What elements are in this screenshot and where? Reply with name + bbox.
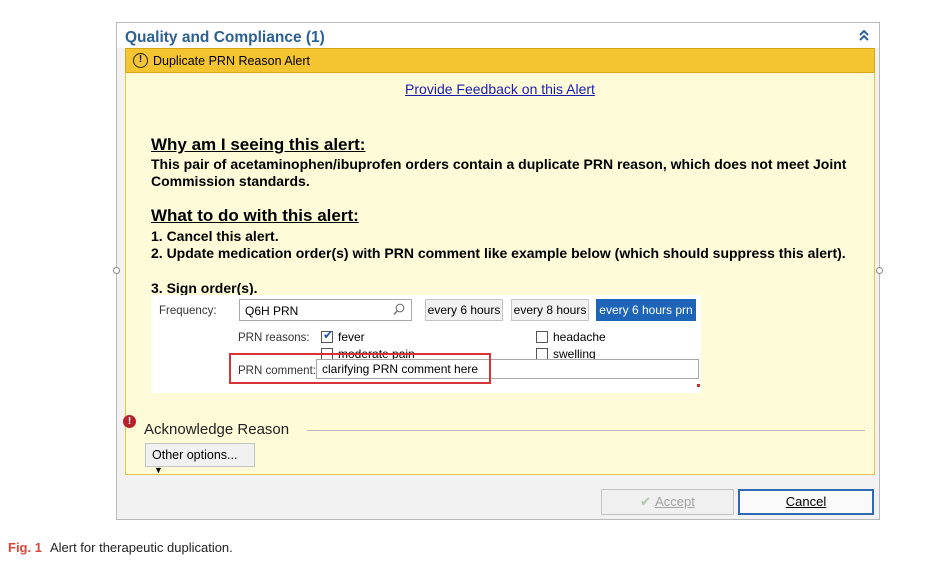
figure-label: Fig. 1 <box>8 540 42 555</box>
section-title: Quality and Compliance (1) <box>125 29 325 46</box>
frequency-label: Frequency: <box>159 305 217 317</box>
double-chevron-up-icon[interactable] <box>859 29 869 44</box>
figure-caption: Fig. 1 Alert for therapeutic duplication. <box>8 540 233 555</box>
quality-compliance-header[interactable]: Quality and Compliance (1) <box>117 23 879 48</box>
frequency-option-every-6-hours-prn[interactable]: every 6 hours prn <box>596 299 696 321</box>
alert-body: Provide Feedback on this Alert Why am I … <box>123 73 875 475</box>
frequency-value: Q6H PRN <box>245 304 299 318</box>
resize-handle-left[interactable] <box>113 267 120 274</box>
checkbox-fever[interactable]: ✔ <box>321 328 334 343</box>
checkbox-headache[interactable] <box>536 331 548 343</box>
other-options-dropdown[interactable]: Other options... ▼ <box>145 443 255 475</box>
search-icon[interactable] <box>393 303 405 319</box>
divider <box>307 430 865 431</box>
prn-reasons-label: PRN reasons: <box>238 332 310 344</box>
frequency-option-every-6-hours[interactable]: every 6 hours <box>425 299 503 321</box>
step-1: 1. Cancel this alert. <box>151 228 279 244</box>
frequency-option-every-8-hours[interactable]: every 8 hours <box>511 299 589 321</box>
exclamation-circle-icon: ! <box>133 53 148 68</box>
what-heading: What to do with this alert: <box>151 206 359 225</box>
alert-window: Quality and Compliance (1) ! Duplicate P… <box>113 22 883 520</box>
resize-handle-right[interactable] <box>876 267 883 274</box>
accept-button[interactable]: ✔ Accept <box>601 489 734 515</box>
cancel-label: Cancel <box>785 494 827 509</box>
caret-down-icon: ▼ <box>154 465 163 475</box>
check-icon: ✔ <box>640 494 652 509</box>
acknowledge-reason-label: Acknowledge Reason <box>144 421 290 438</box>
alert-title-bar[interactable]: ! Duplicate PRN Reason Alert <box>125 48 875 73</box>
alert-title: Duplicate PRN Reason Alert <box>153 54 311 68</box>
why-heading: Why am I seeing this alert: <box>151 135 366 154</box>
why-text: This pair of acetaminophen/ibuprofen ord… <box>151 156 847 189</box>
order-example-screenshot: Frequency: Q6H PRN every 6 hours every 8… <box>151 295 701 393</box>
reason-fever-label: fever <box>338 330 365 344</box>
figure-caption-text: Alert for therapeutic duplication. <box>49 540 233 555</box>
feedback-link[interactable]: Provide Feedback on this Alert <box>126 81 874 97</box>
accept-label: Accept <box>655 494 695 509</box>
error-icon: ! <box>123 415 136 428</box>
frequency-input[interactable]: Q6H PRN <box>239 299 412 321</box>
required-marker <box>697 384 700 387</box>
cancel-button[interactable]: Cancel <box>738 489 874 515</box>
reason-headache-label: headache <box>553 330 606 344</box>
highlight-box <box>229 353 491 384</box>
checkmark-icon: ✔ <box>323 328 334 342</box>
step-2: 2. Update medication order(s) with PRN c… <box>151 245 846 261</box>
other-options-label: Other options... <box>152 448 238 462</box>
